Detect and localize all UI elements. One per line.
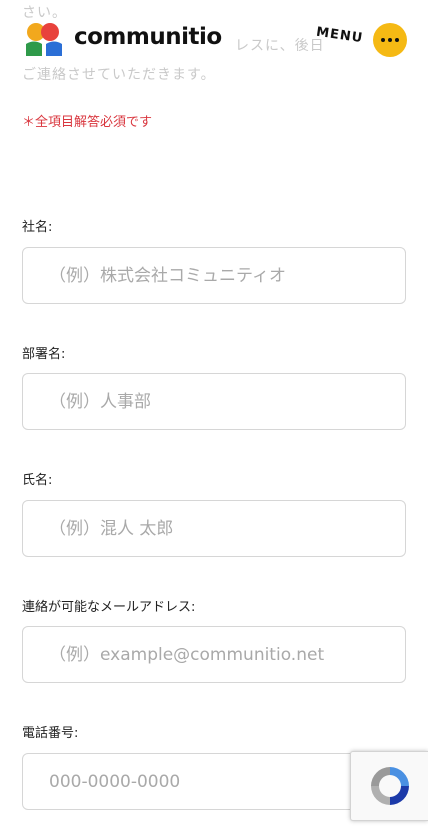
menu-label[interactable]: MENU: [315, 25, 364, 46]
recaptcha-icon: [370, 767, 409, 805]
phone-label: 電話番号:: [22, 726, 79, 741]
email-input[interactable]: [22, 626, 406, 683]
phone-input[interactable]: [22, 753, 406, 810]
company-label: 社名:: [22, 220, 53, 235]
required-note: ＊全項目解答必須です: [22, 115, 153, 130]
email-label: 連絡が可能なメールアドレス:: [22, 600, 196, 615]
menu-button[interactable]: [373, 23, 407, 57]
name-label: 氏名:: [22, 473, 53, 488]
communitio-logo-icon[interactable]: [24, 22, 66, 58]
department-label: 部署名:: [22, 347, 66, 362]
brand-name[interactable]: communitio: [74, 24, 222, 50]
site-header: communitio MENU: [0, 0, 428, 80]
company-input[interactable]: [22, 247, 406, 304]
department-input[interactable]: [22, 373, 406, 430]
ellipsis-icon: [381, 38, 385, 42]
recaptcha-badge[interactable]: [350, 751, 428, 821]
name-input[interactable]: [22, 500, 406, 557]
